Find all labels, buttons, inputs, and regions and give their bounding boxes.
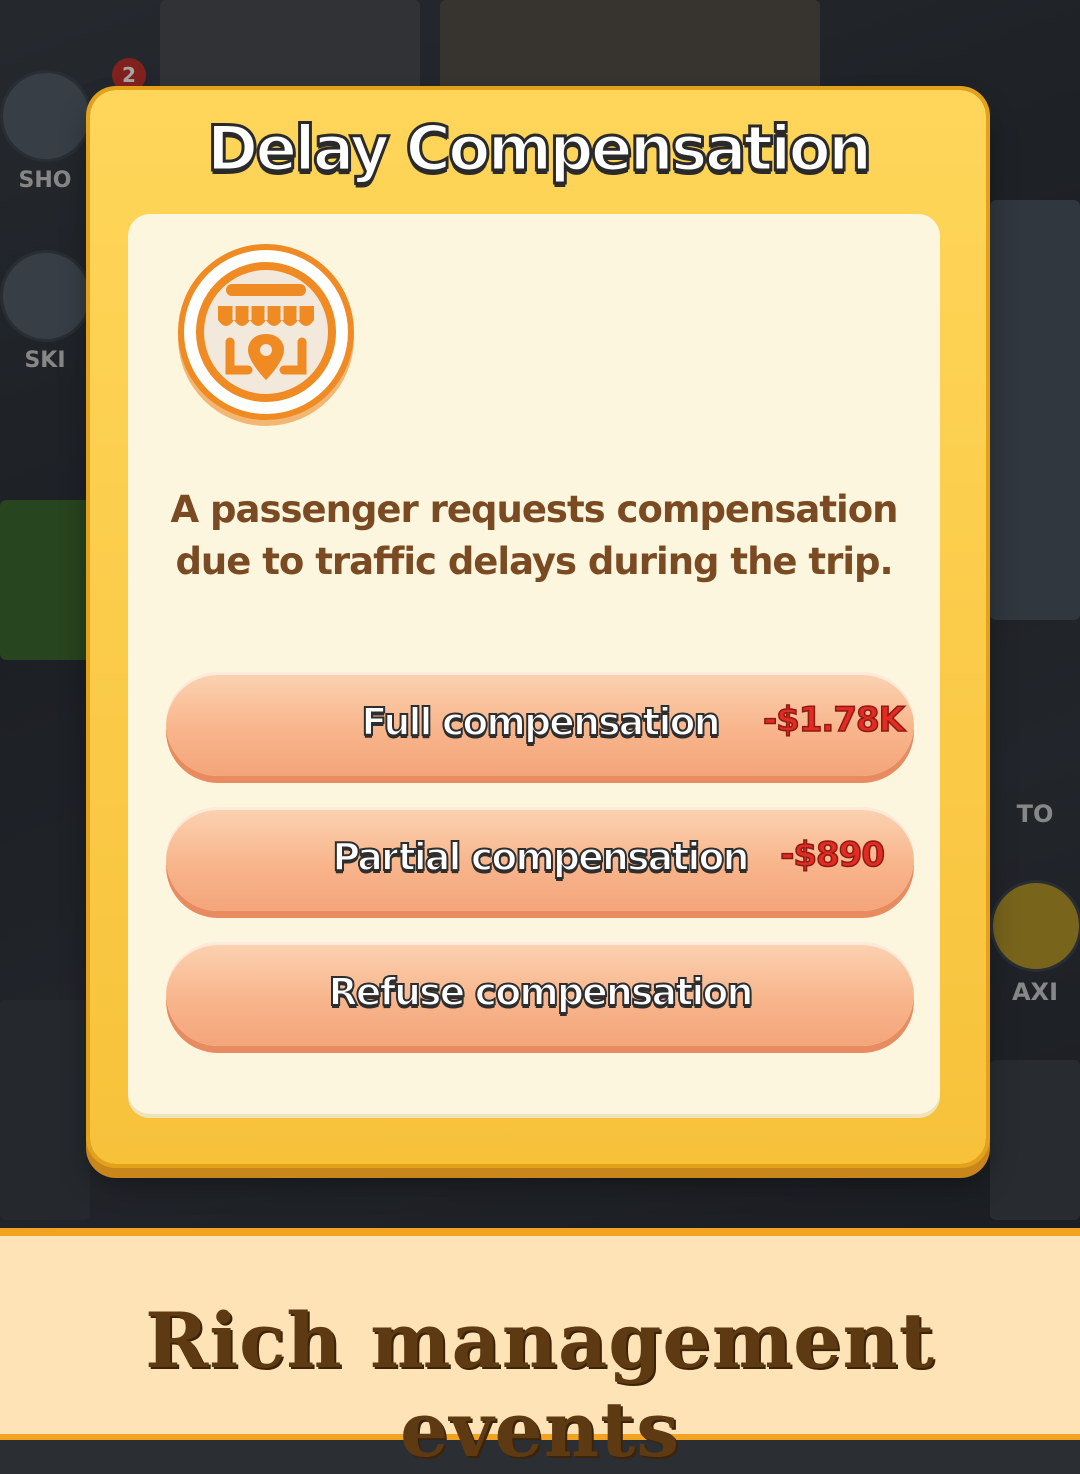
option-label: Refuse compensation <box>327 969 754 1015</box>
refuse-compensation-button[interactable]: Refuse compensation <box>166 942 914 1046</box>
shop-location-icon-graphic <box>196 262 336 402</box>
option-cost: -$1.78K <box>762 699 906 741</box>
promo-banner: Rich management events <box>0 1228 1080 1474</box>
event-dialog: Delay Compensation A passenger requests … <box>90 90 986 1164</box>
dialog-panel: A passenger requests compensation due to… <box>128 214 940 1118</box>
option-cost: -$890 <box>780 834 886 876</box>
event-description: A passenger requests compensation due to… <box>170 488 899 583</box>
partial-compensation-button[interactable]: Partial compensation -$890 <box>166 807 914 911</box>
shop-location-icon <box>178 244 354 420</box>
dialog-title: Delay Compensation <box>205 111 873 187</box>
full-compensation-button[interactable]: Full compensation -$1.78K <box>166 672 914 776</box>
banner-caption: Rich management events <box>145 1296 935 1474</box>
